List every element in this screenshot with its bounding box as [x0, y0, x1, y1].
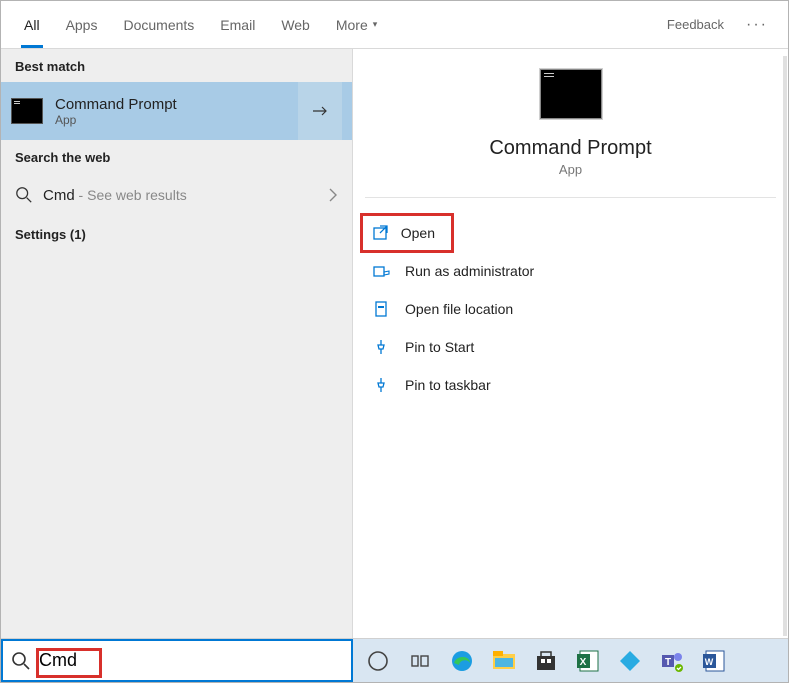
tab-email[interactable]: Email	[207, 1, 268, 48]
action-pin-taskbar[interactable]: Pin to taskbar	[353, 366, 788, 404]
tab-web[interactable]: Web	[268, 1, 323, 48]
folder-icon	[371, 299, 391, 319]
chevron-right-icon	[328, 187, 338, 203]
action-label: Run as administrator	[405, 263, 534, 279]
svg-text:W: W	[705, 657, 714, 667]
action-open-location[interactable]: Open file location	[353, 290, 788, 328]
search-web-header: Search the web	[1, 140, 352, 173]
excel-icon[interactable]: X	[571, 644, 605, 678]
search-box[interactable]	[1, 639, 353, 682]
overflow-menu-icon[interactable]: ···	[736, 16, 778, 34]
tab-more[interactable]: More▾	[323, 1, 390, 48]
edge-icon[interactable]	[445, 644, 479, 678]
action-label: Open file location	[405, 301, 513, 317]
best-match-result[interactable]: Command Prompt App	[1, 82, 352, 140]
settings-header[interactable]: Settings (1)	[1, 217, 352, 250]
cmd-icon	[11, 98, 43, 124]
best-match-title: Command Prompt	[55, 96, 298, 113]
pin-icon	[371, 337, 391, 357]
svg-text:X: X	[580, 657, 587, 668]
pin-icon	[371, 375, 391, 395]
search-icon	[11, 651, 31, 671]
teams-icon[interactable]: T	[655, 644, 689, 678]
taskbar: X T W	[353, 639, 788, 682]
tab-all[interactable]: All	[11, 1, 53, 48]
action-label: Pin to taskbar	[405, 377, 491, 393]
search-icon	[15, 186, 33, 204]
web-result[interactable]: Cmd - See web results	[1, 173, 352, 217]
admin-icon	[371, 261, 391, 281]
word-icon[interactable]: W	[697, 644, 731, 678]
svg-text:T: T	[665, 657, 671, 668]
best-match-subtitle: App	[55, 113, 298, 127]
action-run-admin[interactable]: Run as administrator	[353, 252, 788, 290]
action-label: Open	[401, 225, 435, 241]
preview-subtitle: App	[559, 162, 582, 177]
search-filter-tabs: All Apps Documents Email Web More▾ Feedb…	[1, 1, 788, 49]
store-icon[interactable]	[529, 644, 563, 678]
action-pin-start[interactable]: Pin to Start	[353, 328, 788, 366]
preview-panel: Command Prompt App Open Run as administr…	[353, 49, 788, 638]
tab-documents[interactable]: Documents	[110, 1, 207, 48]
scrollbar[interactable]	[783, 56, 787, 636]
search-input[interactable]	[39, 650, 139, 671]
cortana-icon[interactable]	[361, 644, 395, 678]
arrow-right-icon[interactable]	[298, 82, 342, 140]
best-match-header: Best match	[1, 49, 352, 82]
kodi-icon[interactable]	[613, 644, 647, 678]
tab-apps[interactable]: Apps	[53, 1, 111, 48]
preview-title: Command Prompt	[489, 137, 651, 160]
action-open[interactable]: Open	[361, 214, 453, 252]
results-panel: Best match Command Prompt App Search the…	[1, 49, 353, 638]
explorer-icon[interactable]	[487, 644, 521, 678]
feedback-link[interactable]: Feedback	[655, 17, 736, 32]
action-label: Pin to Start	[405, 339, 474, 355]
open-icon	[371, 223, 391, 243]
chevron-down-icon: ▾	[373, 19, 378, 30]
cmd-preview-icon	[540, 69, 602, 119]
taskview-icon[interactable]	[403, 644, 437, 678]
